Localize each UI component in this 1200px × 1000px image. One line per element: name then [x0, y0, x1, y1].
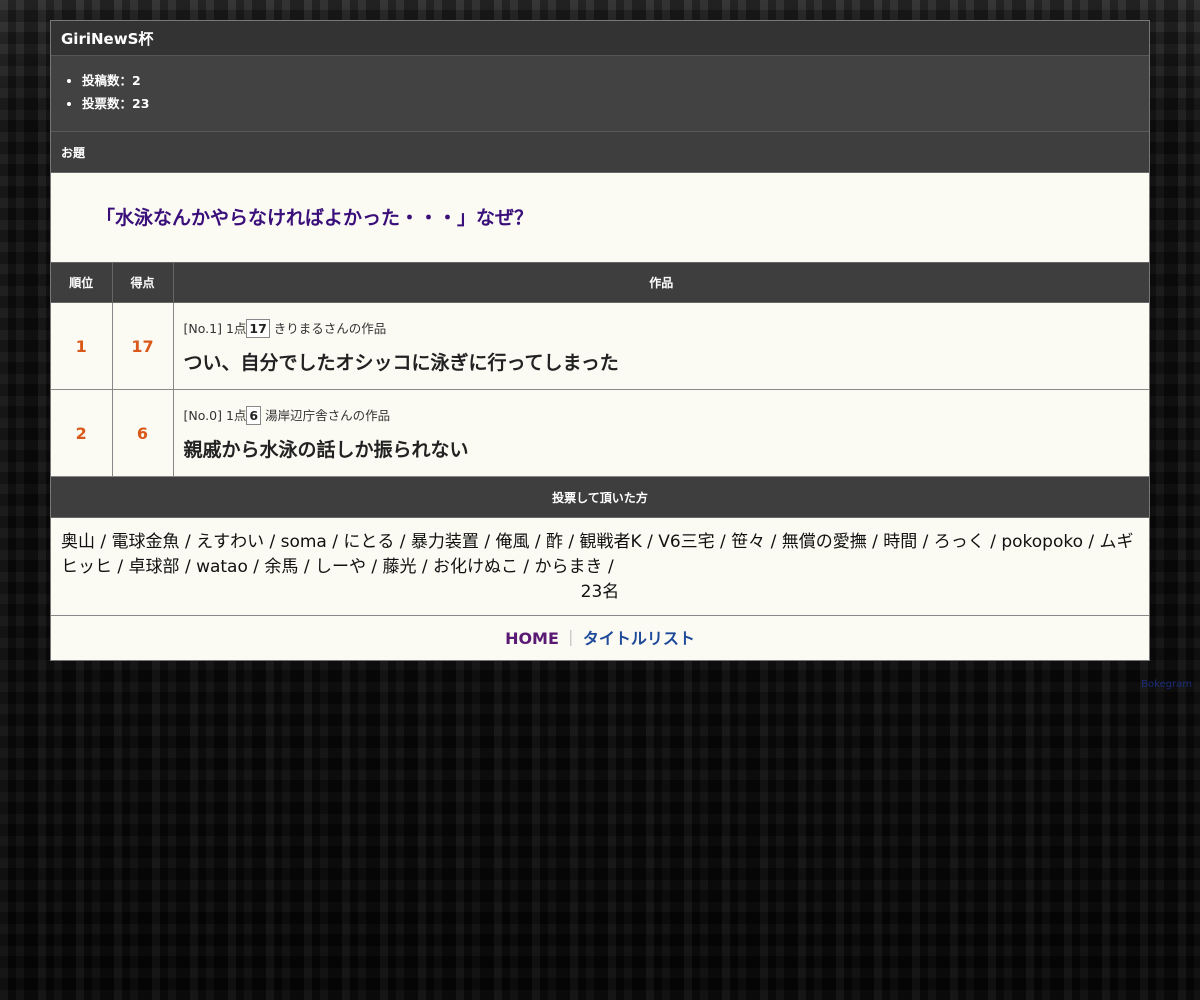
stats-list: 投稿数：2 投票数：23 [51, 69, 1149, 115]
points-label: 1点 [225, 320, 247, 336]
work-number: [No.0] [183, 407, 222, 423]
table-row: 2 6 [No.0] 1点 6 湯岸辺庁舎さんの作品 親戚から水泳の話しか振られな… [51, 389, 1150, 477]
work-answer: つい、自分でしたオシッコに泳ぎに行ってしまった [183, 351, 619, 374]
voters-heading: 投票して頂いた方 [51, 477, 1149, 518]
work-cell: [No.0] 1点 6 湯岸辺庁舎さんの作品 親戚から水泳の話しか振られない [173, 389, 1150, 477]
rank-cell: 2 [51, 389, 113, 477]
score-cell: 17 [112, 302, 174, 390]
work-author: きりまるさんの作品 [273, 320, 387, 336]
work-answer: 親戚から水泳の話しか振られない [183, 438, 469, 461]
score-cell: 6 [112, 389, 174, 477]
voter-names: 奥山 / 電球金魚 / えすわい / soma / にとる / 暴力装置 / 俺… [61, 532, 1134, 577]
work-column-header: 作品 [173, 263, 1149, 303]
work-author: 湯岸辺庁舎さんの作品 [265, 407, 391, 423]
brand-link[interactable]: Bokegram [1141, 679, 1192, 690]
rank-cell: 1 [51, 302, 113, 390]
score-column-header: 得点 [112, 263, 174, 303]
points-box: 17 [246, 318, 270, 338]
voter-count: 23名 [580, 582, 620, 602]
voters-list: 奥山 / 電球金魚 / えすわい / soma / にとる / 暴力装置 / 俺… [51, 518, 1149, 616]
work-number: [No.1] [183, 320, 222, 336]
vote-count: 投票数：23 [82, 92, 1149, 115]
ranking-header-row: 順位 得点 作品 [51, 263, 1149, 303]
nav-separator: ｜ [562, 629, 579, 648]
odai-heading: お題 [51, 132, 1149, 173]
points-label: 1点 [225, 407, 247, 423]
ranking-table: 順位 得点 作品 1 17 [No.1] 1点 17 きりまるさんの作品 つい、自… [51, 263, 1149, 477]
cup-panel: GiriNewS杯 投稿数：2 投票数：23 お題 「水泳なんかやらなければよか… [50, 20, 1150, 661]
cup-title: GiriNewS杯 [51, 21, 1149, 56]
home-link[interactable]: HOME [505, 629, 559, 648]
title-list-link[interactable]: タイトルリスト [583, 629, 695, 648]
cup-stats: 投稿数：2 投票数：23 [51, 56, 1149, 132]
work-cell: [No.1] 1点 17 きりまるさんの作品 つい、自分でしたオシッコに泳ぎに行っ… [173, 302, 1150, 390]
post-count: 投稿数：2 [82, 69, 1149, 92]
points-box: 6 [246, 405, 262, 425]
table-row: 1 17 [No.1] 1点 17 きりまるさんの作品 つい、自分でしたオシッコに… [51, 302, 1150, 390]
footer-nav: HOME ｜タイトルリスト [51, 616, 1149, 660]
rank-column-header: 順位 [51, 263, 113, 303]
work-meta: [No.1] 1点 17 きりまるさんの作品 [184, 318, 1150, 338]
odai-text: 「水泳なんかやらなければよかった・・・」なぜ？ [51, 173, 1149, 263]
work-meta: [No.0] 1点 6 湯岸辺庁舎さんの作品 [184, 405, 1150, 425]
